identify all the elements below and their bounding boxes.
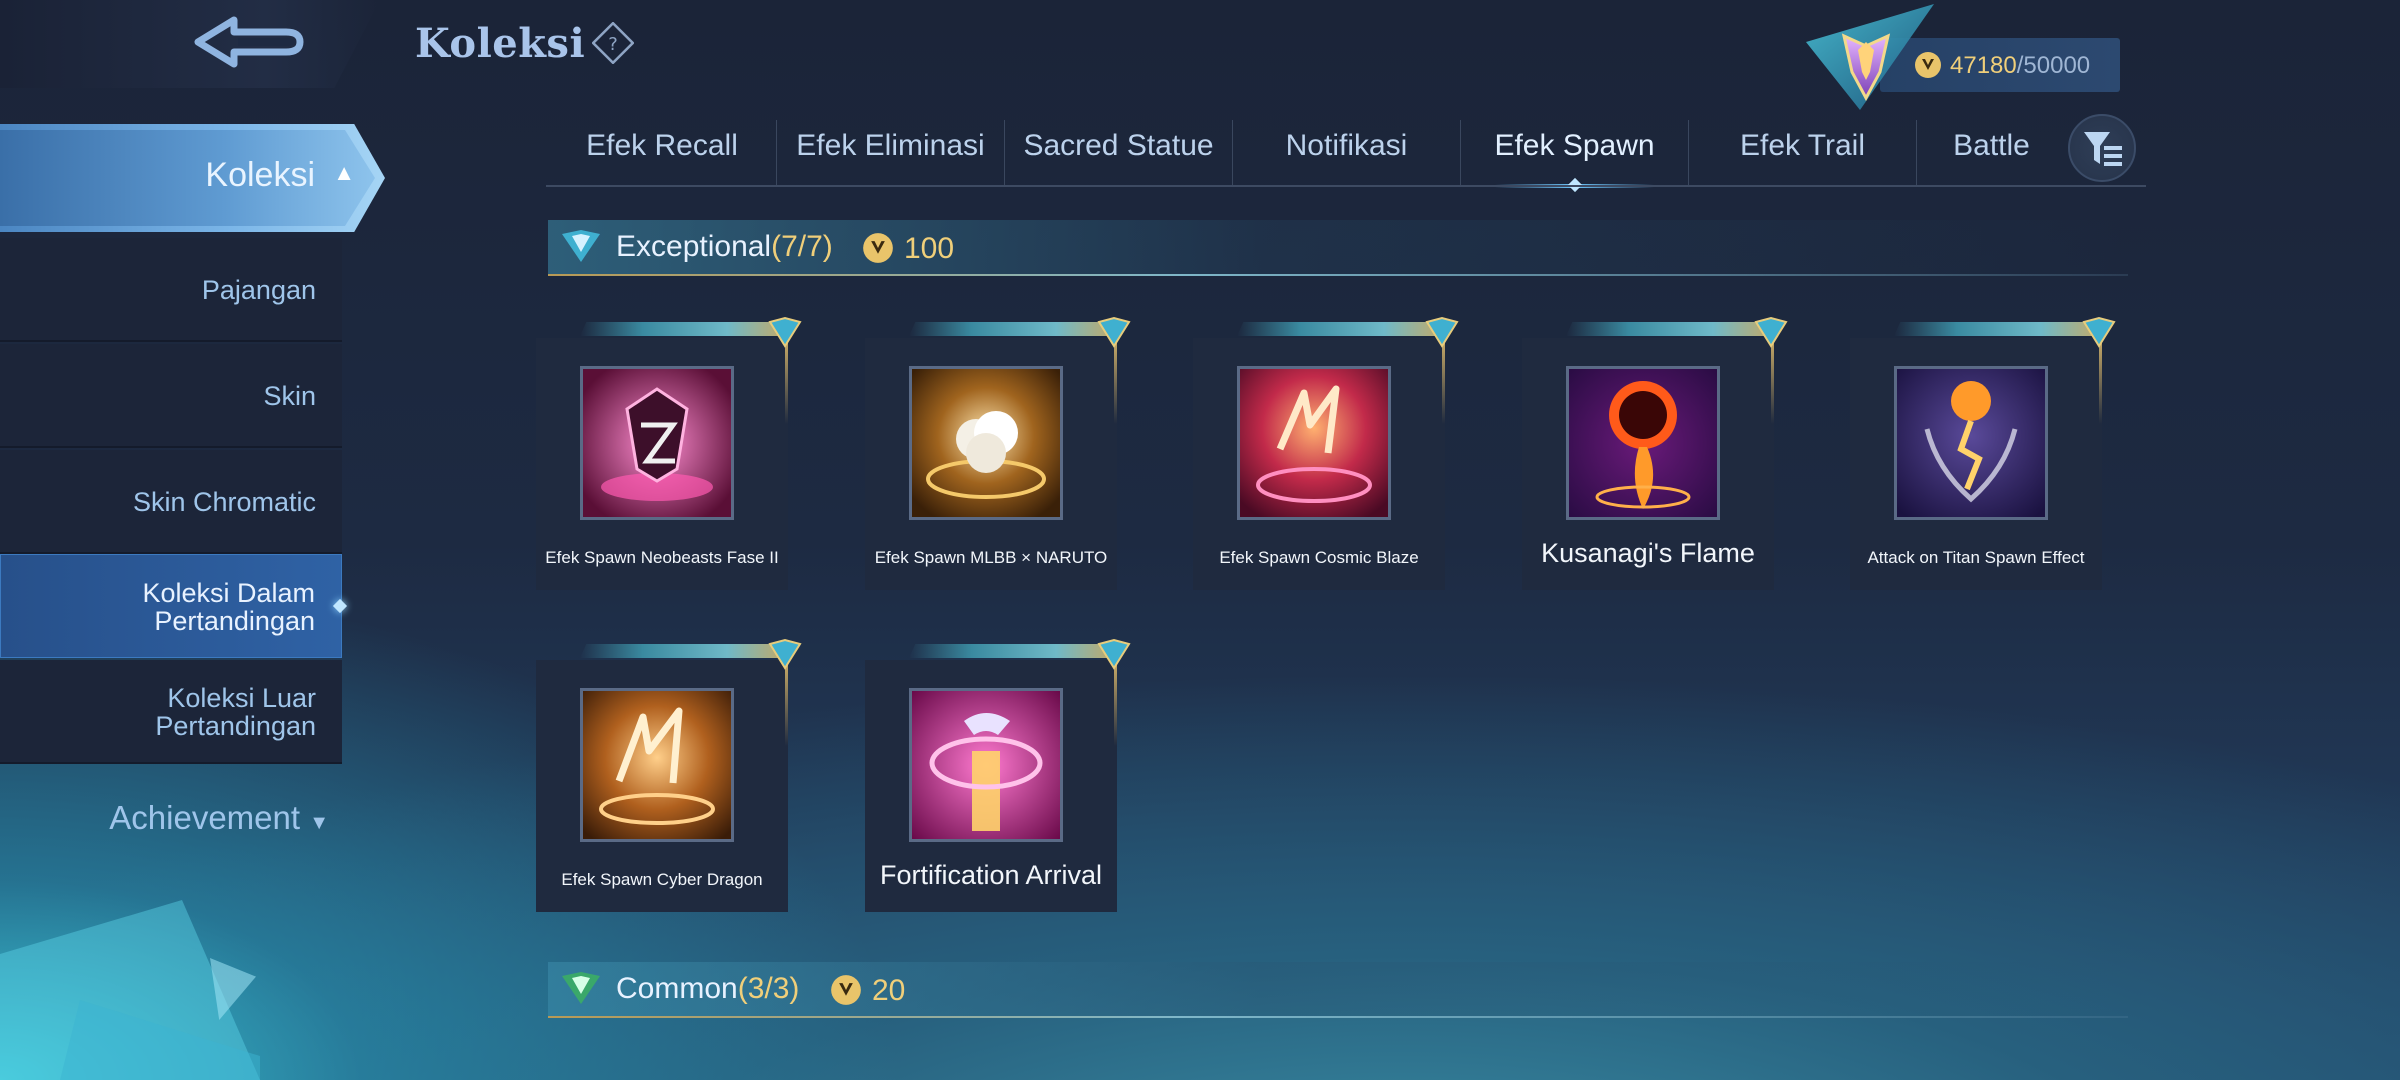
item-card[interactable]: Fortification Arrival (865, 638, 1131, 912)
collection-coin-icon (863, 233, 893, 263)
sidebar-item-skin-chromatic[interactable]: Skin Chromatic (0, 450, 342, 554)
item-card[interactable]: Attack on Titan Spawn Effect (1850, 316, 2116, 590)
card-topbar (1237, 322, 1447, 336)
titan-spawn-art (1894, 366, 2048, 520)
sidebar-item-label: Koleksi Dalam Pertandingan (142, 578, 315, 636)
collection-points-value: 47180/50000 (1950, 52, 2090, 80)
card-topbar (1894, 322, 2104, 336)
rarity-gem-icon (1754, 316, 1788, 348)
tab-efek-spawn[interactable]: Efek Spawn (1460, 120, 1688, 188)
item-card[interactable]: Kusanagi's Flame (1522, 316, 1788, 590)
item-card[interactable]: Efek Spawn Cosmic Blaze (1193, 316, 1459, 590)
kusanagi-flame-art (1566, 366, 1720, 520)
card-topbar (909, 644, 1119, 658)
sidebar-koleksi-header[interactable]: Koleksi ▲ (0, 124, 385, 232)
section-count: (3/3) (737, 972, 800, 1005)
chevron-down-icon: ▼ (309, 812, 329, 834)
rarity-gem-icon (768, 638, 802, 670)
item-name: Attack on Titan Spawn Effect (1867, 548, 2085, 567)
rarity-gem-icon (2082, 316, 2116, 348)
active-indicator-icon (332, 598, 348, 614)
cyber-dragon-spawn-art (580, 688, 734, 842)
tab-label: Sacred Statue (1023, 129, 1214, 162)
collection-coin-icon (831, 975, 861, 1005)
tab-efek-trail[interactable]: Efek Trail (1688, 120, 1916, 186)
tab-label: Efek Trail (1739, 129, 1866, 162)
item-card[interactable]: Efek Spawn Neobeasts Fase II (536, 316, 802, 590)
sidebar-item-koleksi-luar-pertandingan[interactable]: Koleksi Luar Pertandingan (0, 660, 342, 764)
tab-label: Efek Eliminasi (796, 129, 985, 162)
collection-points-current: 47180 (1950, 52, 2017, 79)
sidebar-achievement-label: Achievement ▼ (109, 799, 329, 837)
section-divider (548, 274, 2128, 276)
rarity-gem-icon (768, 316, 802, 348)
item-name: Efek Spawn MLBB × NARUTO (874, 548, 1108, 567)
category-tabs: Efek Recall Efek Eliminasi Sacred Statue… (548, 120, 2148, 188)
tab-efek-eliminasi[interactable]: Efek Eliminasi (776, 120, 1004, 186)
rarity-gem-icon (1097, 316, 1131, 348)
tab-label: Battle (1953, 129, 2030, 162)
sidebar-item-koleksi-dalam-pertandingan[interactable]: Koleksi Dalam Pertandingan (0, 554, 348, 658)
chevron-up-icon: ▲ (333, 160, 355, 185)
section-title: Common(3/3) (616, 972, 799, 1006)
item-name: Fortification Arrival (879, 860, 1103, 890)
sidebar-item-label: Skin Chromatic (132, 487, 316, 517)
sidebar-item-skin[interactable]: Skin (0, 344, 342, 448)
sidebar-achievement[interactable]: Achievement ▼ (0, 789, 355, 849)
sidebar-koleksi-label: Koleksi (205, 156, 315, 194)
cosmic-blaze-spawn-art (1237, 366, 1391, 520)
section-count: (7/7) (771, 230, 833, 263)
item-card[interactable]: Efek Spawn MLBB × NARUTO (865, 316, 1131, 590)
sidebar-item-pajangan[interactable]: Pajangan (0, 238, 342, 342)
back-button[interactable] (0, 0, 380, 88)
card-topbar (909, 322, 1119, 336)
sidebar-header-fill (0, 130, 375, 226)
page-title: Koleksi (415, 20, 586, 67)
sidebar-item-label: Skin (263, 381, 316, 411)
section-exceptional-header: Exceptional(7/7) 100 (548, 220, 2128, 276)
filter-icon (2084, 132, 2122, 166)
svg-text:?: ? (608, 34, 618, 55)
section-title-text: Exceptional (616, 230, 772, 263)
sidebar-item-label: Koleksi Luar Pertandingan (155, 683, 316, 741)
section-common-header: Common(3/3) 20 (548, 962, 2128, 1018)
naruto-spawn-art (909, 366, 1063, 520)
back-arrow-icon (194, 16, 304, 68)
tab-label: Efek Recall (586, 129, 738, 162)
item-name: Kusanagi's Flame (1541, 538, 1755, 568)
common-rarity-icon (562, 972, 600, 1004)
filter-button[interactable] (2068, 114, 2136, 182)
item-name: Efek Spawn Neobeasts Fase II (545, 548, 779, 567)
collection-rank-emblem-icon[interactable] (1800, 2, 1940, 112)
section-cost: 100 (904, 232, 955, 265)
tab-label: Notifikasi (1285, 129, 1408, 162)
section-cost: 20 (872, 974, 906, 1007)
collection-points-max: /50000 (2016, 52, 2091, 79)
tab-sacred-statue[interactable]: Sacred Statue (1004, 120, 1232, 186)
neobeasts-spawn-art (580, 366, 734, 520)
sidebar-item-label: Pajangan (201, 275, 316, 305)
card-topbar (580, 322, 790, 336)
achievement-label-text: Achievement (109, 799, 301, 836)
item-name: Efek Spawn Cyber Dragon (561, 870, 763, 889)
rarity-gem-icon (1097, 638, 1131, 670)
item-name: Efek Spawn Cosmic Blaze (1219, 548, 1419, 567)
rarity-gem-icon (1425, 316, 1459, 348)
tab-notifikasi[interactable]: Notifikasi (1232, 120, 1460, 186)
card-topbar (580, 644, 790, 658)
tab-label: Efek Spawn (1494, 129, 1655, 162)
section-title-text: Common (616, 972, 738, 1005)
fortification-arrival-art (909, 688, 1063, 842)
item-card[interactable]: Efek Spawn Cyber Dragon (536, 638, 802, 912)
help-icon[interactable]: ? (592, 22, 634, 64)
exceptional-rarity-icon (562, 230, 600, 262)
card-topbar (1566, 322, 1776, 336)
tabs-divider (546, 185, 2146, 187)
section-divider (548, 1016, 2128, 1018)
tab-battle[interactable]: Battle (1916, 120, 2066, 186)
section-title: Exceptional(7/7) (616, 230, 833, 264)
tab-efek-recall[interactable]: Efek Recall (548, 120, 776, 186)
